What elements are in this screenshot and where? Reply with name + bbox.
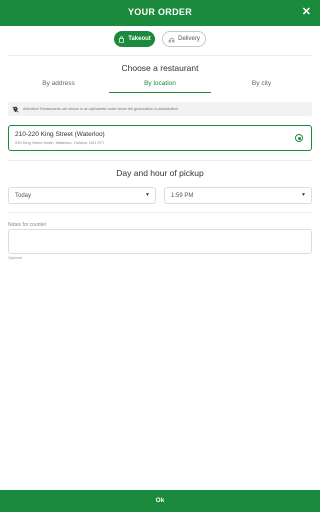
close-icon[interactable]: ✕ — [302, 6, 311, 18]
radio-selected-dot — [297, 136, 301, 140]
notes-input[interactable] — [8, 229, 312, 254]
takeout-label: Takeout — [128, 36, 151, 42]
scooter-icon — [168, 37, 175, 42]
restaurant-name: 210-220 King Street (Waterloo) — [15, 131, 105, 138]
tab-by-city[interactable]: By city — [211, 78, 312, 93]
bag-icon — [119, 35, 125, 43]
delivery-label: Delivery — [178, 36, 200, 42]
takeout-button[interactable]: Takeout — [114, 31, 155, 47]
location-off-icon — [12, 105, 19, 113]
divider — [8, 160, 312, 161]
notice-text: Attention! Restaurants are shown in an a… — [23, 107, 178, 111]
pickup-time-select[interactable]: 1:59 PM ▼ — [164, 187, 312, 204]
notes-optional-hint: Optional — [8, 256, 23, 260]
order-mode-toggle: Takeout Delivery — [0, 31, 320, 47]
caret-down-icon: ▼ — [145, 192, 150, 198]
notes-label: Notes for counter — [8, 222, 47, 228]
geolocation-notice: Attention! Restaurants are shown in an a… — [8, 102, 312, 116]
ok-button[interactable]: Ok — [0, 490, 320, 512]
pickup-day-select[interactable]: Today ▼ — [8, 187, 156, 204]
delivery-button[interactable]: Delivery — [162, 31, 206, 47]
divider — [8, 212, 312, 213]
restaurant-radio[interactable] — [295, 134, 303, 142]
tab-by-location[interactable]: By location — [109, 78, 211, 93]
page-title: YOUR ORDER — [127, 7, 192, 17]
header-bar: YOUR ORDER ✕ — [0, 0, 320, 26]
pickup-time-value: 1:59 PM — [171, 193, 194, 199]
pickup-title: Day and hour of pickup — [116, 168, 204, 178]
tab-by-address[interactable]: By address — [8, 78, 109, 93]
pickup-day-value: Today — [15, 193, 32, 199]
caret-down-icon: ▼ — [301, 192, 306, 198]
divider — [8, 55, 312, 56]
restaurant-search-tabs: By address By location By city — [8, 78, 312, 93]
choose-restaurant-title: Choose a restaurant — [121, 63, 199, 73]
restaurant-option[interactable]: 210-220 King Street (Waterloo) 220 King … — [8, 125, 312, 151]
restaurant-address: 220 King Street North, Waterloo, Ontario… — [15, 140, 105, 145]
